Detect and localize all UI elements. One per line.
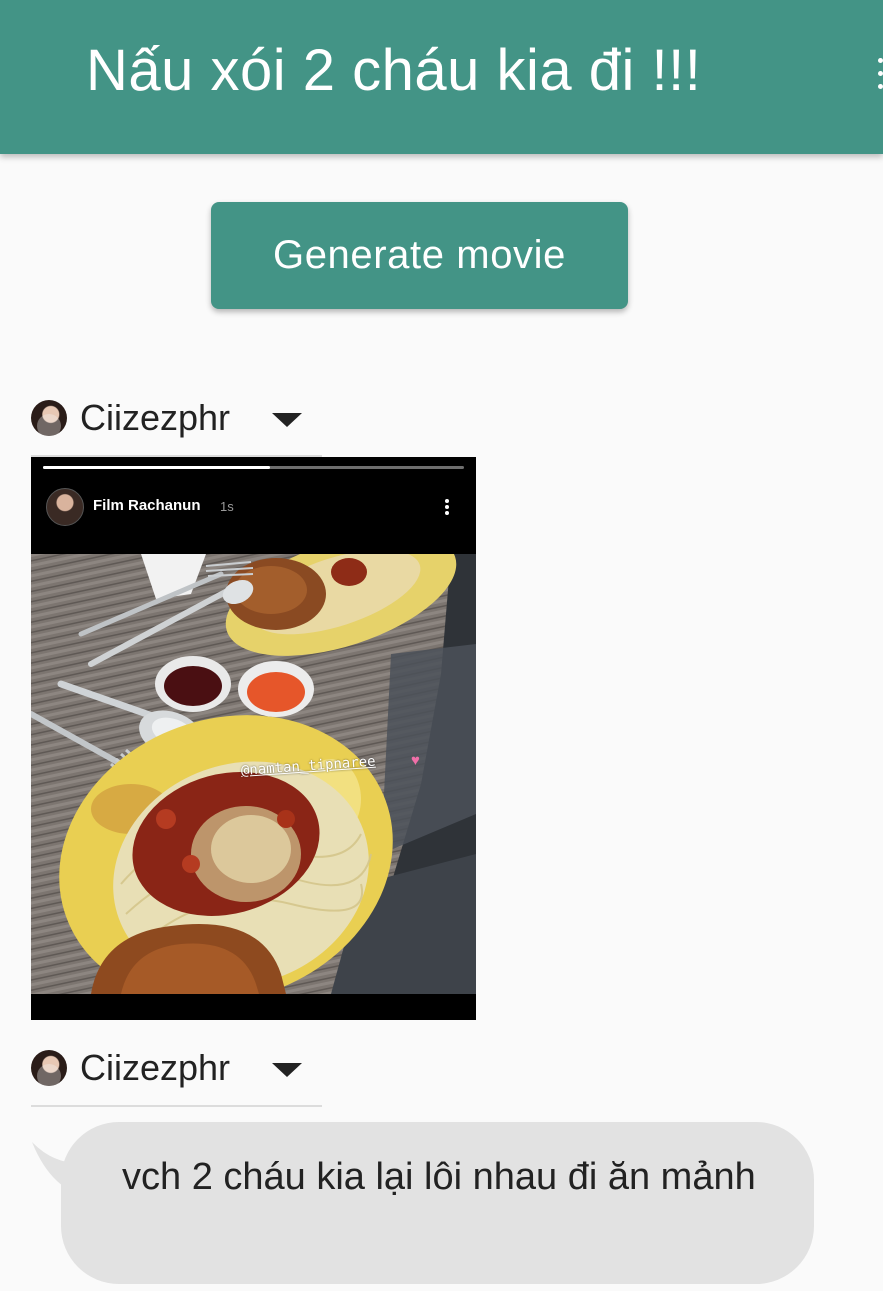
story-photo: @namtan_tipnaree ♥ <box>31 554 476 994</box>
more-vert-icon[interactable] <box>876 56 883 92</box>
heart-icon: ♥ <box>411 752 420 769</box>
avatar <box>31 400 67 436</box>
avatar <box>31 1050 67 1086</box>
story-progress-fill <box>43 466 271 469</box>
generate-movie-button[interactable]: Generate movie <box>211 202 628 309</box>
message-text: vch 2 cháu kia lại lôi nhau đi ăn mảnh <box>122 1156 756 1198</box>
story-author-name: Film Rachanun <box>93 497 201 514</box>
story-author-avatar <box>46 488 84 526</box>
sender-name: Ciizezphr <box>80 397 231 438</box>
bubble-body: vch 2 cháu kia lại lôi nhau đi ăn mảnh <box>61 1122 814 1284</box>
app-title: Nấu xói 2 cháu kia đi !!! <box>86 38 702 103</box>
app-bar: Nấu xói 2 cháu kia đi !!! <box>0 0 883 154</box>
sender-dropdown[interactable]: Ciizezphr <box>31 1047 322 1107</box>
sender-dropdown[interactable]: Ciizezphr <box>31 397 322 457</box>
caret-down-icon[interactable] <box>272 413 302 427</box>
story-progress-bar <box>43 466 464 469</box>
message-bubble: vch 2 cháu kia lại lôi nhau đi ăn mảnh <box>32 1122 814 1284</box>
caret-down-icon[interactable] <box>272 1063 302 1077</box>
sender-name: Ciizezphr <box>80 1047 231 1088</box>
story-timestamp: 1s <box>220 499 234 514</box>
story-image: Film Rachanun 1s @namtan_tipnaree ♥ <box>31 457 476 1020</box>
story-more-icon <box>444 498 450 516</box>
